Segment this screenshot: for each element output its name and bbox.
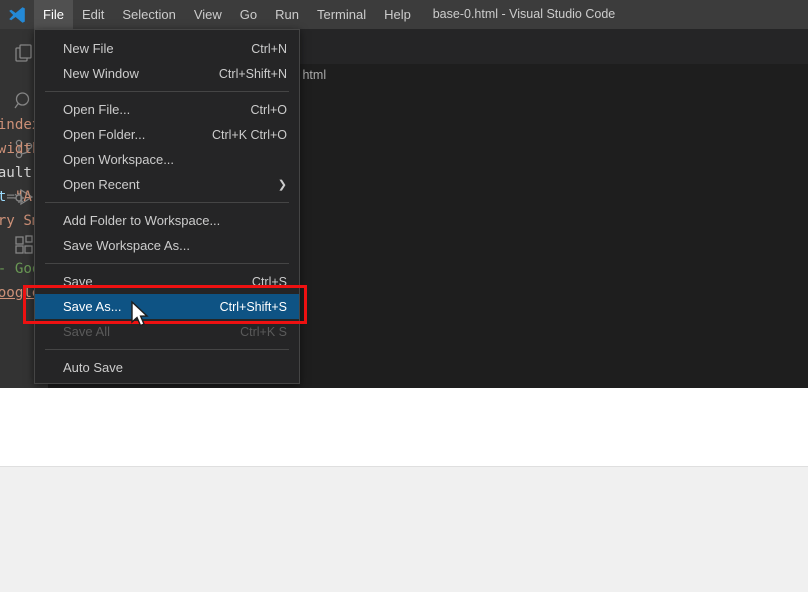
- menu-item-go-label: Go: [239, 7, 258, 22]
- menu-option-new-file[interactable]: New File Ctrl+N: [35, 36, 299, 61]
- vscode-window: File Edit Selection View Go Run Terminal…: [0, 0, 808, 388]
- menu-bar[interactable]: File Edit Selection View Go Run Terminal…: [34, 0, 420, 29]
- menu-option-open-recent[interactable]: Open Recent ❯: [35, 172, 299, 197]
- save-as-dialog: File name: base-1.html ▼ Save as type: H…: [0, 466, 808, 592]
- menu-option-label: New File: [63, 41, 114, 56]
- menu-option-save-all: Save All Ctrl+K S: [35, 319, 299, 344]
- chevron-right-icon: ❯: [277, 179, 287, 191]
- menu-option-label: Open Workspace...: [63, 152, 175, 167]
- menu-item-run-label: Run: [275, 7, 299, 22]
- menu-separator: [45, 202, 289, 203]
- menu-option-label: Open Folder...: [63, 127, 146, 142]
- menu-item-view[interactable]: View: [185, 0, 231, 29]
- menu-option-shortcut: Ctrl+S: [251, 274, 287, 289]
- menu-separator: [45, 349, 289, 350]
- menu-option-auto-save[interactable]: Auto Save: [35, 355, 299, 380]
- menu-option-label: Open Recent: [63, 177, 140, 192]
- menu-option-label: Add Folder to Workspace...: [63, 213, 221, 228]
- code-token: =: [6, 189, 15, 205]
- menu-item-terminal[interactable]: Terminal: [308, 0, 375, 29]
- menu-option-save-as[interactable]: Save As... Ctrl+Shift+S: [35, 294, 299, 319]
- menu-option-label: New Window: [63, 66, 139, 81]
- menu-option-open-workspace[interactable]: Open Workspace...: [35, 147, 299, 172]
- title-bar: File Edit Selection View Go Run Terminal…: [0, 0, 808, 29]
- menu-item-terminal-label: Terminal: [317, 7, 367, 22]
- menu-option-open-file[interactable]: Open File... Ctrl+O: [35, 97, 299, 122]
- menu-option-open-folder[interactable]: Open Folder... Ctrl+K Ctrl+O: [35, 122, 299, 147]
- menu-option-shortcut: Ctrl+K Ctrl+O: [211, 127, 287, 142]
- menu-item-go[interactable]: Go: [231, 0, 266, 29]
- menu-item-selection[interactable]: Selection: [113, 0, 184, 29]
- menu-option-save-workspace-as[interactable]: Save Workspace As...: [35, 233, 299, 258]
- menu-option-label: Save Workspace As...: [63, 238, 190, 253]
- menu-option-shortcut: Ctrl+N: [251, 41, 287, 56]
- menu-option-save[interactable]: Save Ctrl+S: [35, 269, 299, 294]
- file-menu-dropdown[interactable]: New File Ctrl+N New Window Ctrl+Shift+N Open…: [34, 29, 300, 384]
- screenshot-root: File Edit Selection View Go Run Terminal…: [0, 0, 808, 592]
- menu-option-shortcut: Ctrl+K S: [240, 324, 287, 339]
- menu-option-shortcut: Ctrl+Shift+N: [218, 66, 287, 81]
- menu-item-file[interactable]: File: [34, 0, 73, 29]
- menu-item-view-label: View: [193, 7, 222, 22]
- menu-option-label: Save: [63, 274, 93, 289]
- menu-option-label: Auto Save: [63, 360, 123, 375]
- menu-separator: [45, 263, 289, 264]
- menu-separator: [45, 91, 289, 92]
- menu-item-help-label: Help: [384, 7, 411, 22]
- window-title-text: base-0.html - Visual Studio Code: [432, 7, 616, 21]
- menu-item-edit[interactable]: Edit: [73, 0, 113, 29]
- mouse-cursor-menu: [130, 300, 152, 335]
- menu-option-new-window[interactable]: New Window Ctrl+Shift+N: [35, 61, 299, 86]
- menu-item-edit-label: Edit: [81, 7, 105, 22]
- menu-option-shortcut: Ctrl+O: [250, 102, 287, 117]
- menu-option-label: Open File...: [63, 102, 131, 117]
- menu-option-add-folder-to-workspace[interactable]: Add Folder to Workspace...: [35, 208, 299, 233]
- menu-item-file-label: File: [43, 7, 64, 22]
- breadcrumb-label: html: [302, 68, 327, 82]
- menu-option-shortcut: Ctrl+Shift+S: [219, 299, 287, 314]
- menu-item-help[interactable]: Help: [375, 0, 420, 29]
- menu-item-selection-label: Selection: [122, 7, 176, 22]
- transition-gap: [0, 388, 808, 466]
- vscode-logo-icon: [0, 0, 34, 29]
- menu-item-run[interactable]: Run: [266, 0, 308, 29]
